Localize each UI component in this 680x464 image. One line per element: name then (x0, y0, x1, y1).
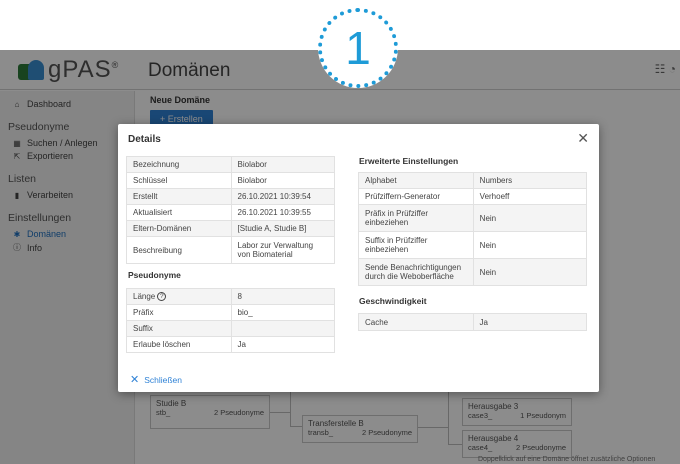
step-badge: 1 (318, 8, 398, 88)
close-button[interactable]: ✕ Schließen (130, 373, 182, 386)
details-dialog: Details ✕ Bezeichnung Biolabor Schlüssel B… (118, 124, 599, 392)
step-number: 1 (345, 22, 371, 74)
details-table: Bezeichnung Biolabor Schlüssel Biolabor Er… (126, 156, 336, 264)
table-row: Aktualisiert 26.10.2021 10:39:55 (126, 204, 336, 221)
pseudonyme-table: Länge? 8 Präfix bio_ Suffix Erlaube lösche… (126, 288, 336, 353)
table-row: Schlüssel Biolabor (126, 172, 336, 189)
erweitert-table: Alphabet Numbers Prüfziffern-Generator Ver… (358, 172, 588, 286)
geschwindigkeit-section-title: Geschwindigkeit (359, 296, 427, 306)
table-row: Erlaube löschen Ja (126, 336, 336, 353)
table-row: Eltern-Domänen [Studie A, Studie B] (126, 220, 336, 237)
table-row: Präfix in Prüfziffer einbeziehen Nein (358, 204, 588, 232)
table-row: Erstellt 26.10.2021 10:39:54 (126, 188, 336, 205)
dialog-title: Details (128, 134, 161, 145)
table-row: Suffix (126, 320, 336, 337)
table-row: Präfix bio_ (126, 304, 336, 321)
table-row: Sende Benachrichtigungen durch die Webob… (358, 258, 588, 286)
close-icon[interactable]: ✕ (577, 130, 589, 147)
table-row: Länge? 8 (126, 288, 336, 305)
geschwindigkeit-table: Cache Ja (358, 313, 588, 331)
table-row: Prüfziffern-Generator Verhoeff (358, 188, 588, 205)
table-row: Beschreibung Labor zur Verwaltung von Bio… (126, 236, 336, 264)
table-row: Cache Ja (358, 313, 588, 331)
table-row: Suffix in Prüfziffer einbeziehen Nein (358, 231, 588, 259)
table-row: Alphabet Numbers (358, 172, 588, 189)
pseudonyme-section-title: Pseudonyme (128, 270, 181, 280)
close-x-icon: ✕ (130, 374, 140, 386)
table-row: Bezeichnung Biolabor (126, 156, 336, 173)
erweitert-section-title: Erweiterte Einstellungen (359, 156, 459, 166)
help-icon[interactable]: ? (157, 292, 167, 302)
